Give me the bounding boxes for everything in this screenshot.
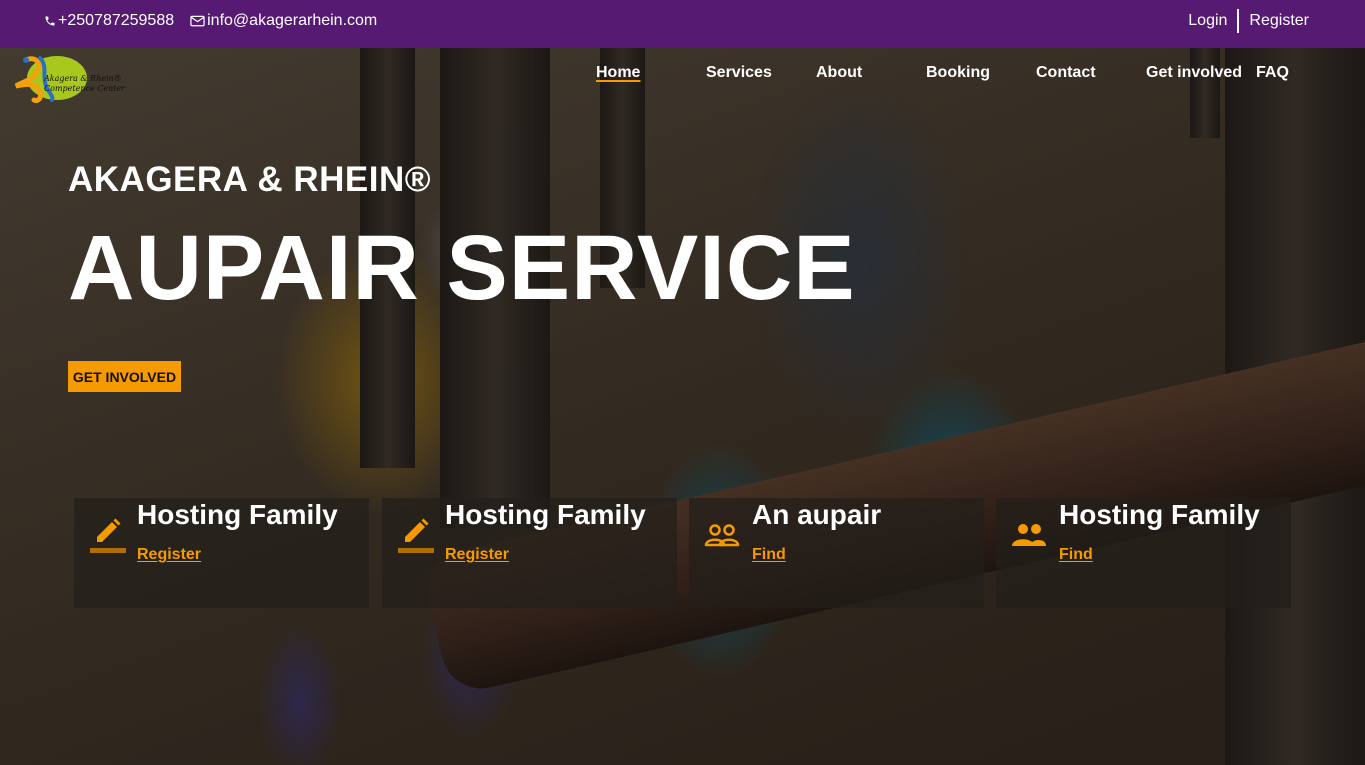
phone-contact[interactable]: +250787259588 (44, 12, 174, 30)
top-contact-bar: +250787259588 info@akagerarhein.com Logi… (0, 0, 1365, 48)
card-find-link[interactable]: Find (752, 546, 786, 564)
nav-item-about[interactable]: About (816, 64, 862, 82)
phone-number: +250787259588 (58, 12, 175, 29)
nav-item-home[interactable]: Home (596, 64, 640, 82)
logo-text-line1: Akagera & Rhein® (44, 74, 122, 83)
service-card: Hosting Family Find (996, 498, 1291, 608)
card-title: Hosting Family (445, 499, 646, 530)
nav-item-get-involved[interactable]: Get involved (1146, 64, 1242, 82)
service-card: Hosting Family Register (382, 498, 677, 608)
pencil-icon (90, 518, 126, 553)
hero-background-image (0, 0, 1365, 765)
envelope-icon (190, 15, 205, 27)
get-involved-button[interactable]: GET INVOLVED (68, 361, 181, 392)
service-card: Hosting Family Register (74, 498, 369, 608)
nav-item-faq[interactable]: FAQ (1256, 64, 1289, 82)
phone-icon (45, 16, 55, 26)
card-find-link[interactable]: Find (1059, 546, 1093, 564)
nav-item-booking[interactable]: Booking (926, 64, 990, 82)
people-filled-icon (1012, 524, 1046, 546)
email-address: info@akagerarhein.com (207, 12, 378, 29)
card-title: Hosting Family (1059, 499, 1260, 530)
login-link[interactable]: Login (1178, 8, 1237, 34)
hero-brand: AKAGERA & RHEIN® (68, 160, 432, 199)
logo-text: Akagera & Rhein® Competence Center (44, 74, 125, 94)
register-link[interactable]: Register (1239, 8, 1319, 34)
auth-links: Login Register (1178, 8, 1319, 34)
service-card: An aupair Find (689, 498, 984, 608)
email-contact[interactable]: info@akagerarhein.com (190, 12, 377, 30)
card-register-link[interactable]: Register (445, 546, 509, 564)
logo-text-line2: Competence Center (44, 84, 126, 93)
card-title: An aupair (752, 499, 882, 530)
people-outline-icon (704, 524, 740, 547)
contact-info: +250787259588 info@akagerarhein.com (44, 12, 377, 30)
card-register-link[interactable]: Register (137, 546, 201, 564)
hero-headline: AUPAIR SERVICE (68, 217, 856, 319)
hero-dark-overlay (0, 0, 1365, 765)
nav-item-contact[interactable]: Contact (1036, 64, 1096, 82)
nav-item-services[interactable]: Services (706, 64, 772, 82)
site-logo[interactable]: Akagera & Rhein® Competence Center (12, 52, 132, 104)
card-title: Hosting Family (137, 499, 338, 530)
pencil-icon (398, 518, 434, 553)
